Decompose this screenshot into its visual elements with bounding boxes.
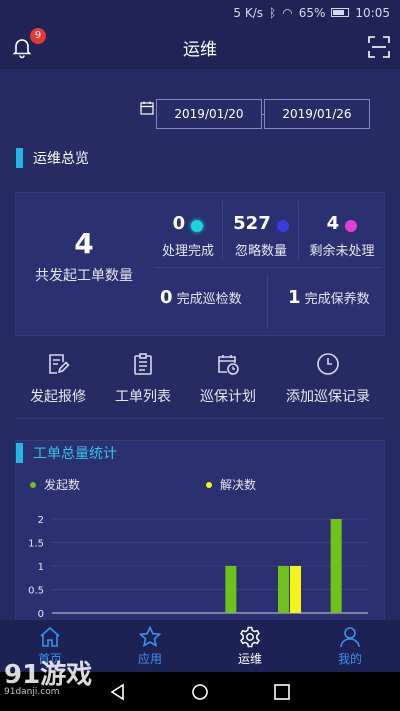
clock-time: 10:05 bbox=[355, 5, 390, 20]
app-bar: 9 运维 bbox=[0, 25, 400, 69]
notification-badge: 9 bbox=[30, 28, 46, 44]
legend-item-initiated[interactable]: 发起数 bbox=[30, 476, 80, 493]
stat-pending-value: 4 bbox=[326, 213, 340, 234]
stat-maintenance-label: 完成保养数 bbox=[304, 292, 370, 307]
total-orders-value: 4 bbox=[74, 227, 94, 260]
divider bbox=[267, 275, 268, 329]
y-tick-label: 2 bbox=[38, 515, 44, 526]
bar-chart: 0 0.5 1 1.5 2 bbox=[28, 515, 368, 620]
quick-action-label: 巡保计划 bbox=[200, 389, 256, 405]
quick-action-plan[interactable]: 巡保计划 bbox=[178, 352, 278, 406]
stat-completed[interactable]: 0 处理完成 bbox=[154, 213, 222, 259]
scan-icon[interactable] bbox=[368, 36, 390, 58]
y-tick-label: 1 bbox=[38, 562, 44, 573]
y-tick-label: 1.5 bbox=[28, 539, 44, 550]
nav-label: 应用 bbox=[137, 652, 162, 666]
edit-doc-icon bbox=[49, 354, 70, 374]
chart-bar[interactable] bbox=[225, 566, 237, 613]
battery-percent: 65% bbox=[298, 5, 326, 20]
nav-label: 运维 bbox=[237, 652, 262, 666]
legend-label: 解决数 bbox=[220, 478, 257, 492]
recents-icon[interactable] bbox=[273, 683, 291, 701]
stat-patrol-value: 0 bbox=[160, 287, 173, 308]
calendar-icon bbox=[140, 101, 154, 115]
divider bbox=[298, 201, 299, 259]
legend-item-resolved[interactable]: 解决数 bbox=[206, 476, 256, 493]
quick-actions: 发起报修 工单列表 巡保计划 添加巡保记录 bbox=[0, 352, 400, 412]
section-marker bbox=[16, 148, 23, 168]
divider bbox=[222, 201, 223, 259]
stat-maintenance[interactable]: 1 完成保养数 bbox=[288, 287, 370, 308]
order-stats-card: 工单总量统计 发起数 解决数 0 0.5 1 1.5 2 bbox=[15, 440, 385, 630]
calendar-clock-icon bbox=[218, 355, 239, 375]
quick-action-label: 发起报修 bbox=[30, 389, 86, 405]
overview-section-title: 运维总览 bbox=[16, 148, 89, 168]
date-range: 2019/01/20 2019/01/26 bbox=[140, 99, 370, 129]
watermark-site: 91danji.com bbox=[4, 687, 60, 697]
section-marker bbox=[16, 443, 23, 463]
quick-action-label: 工单列表 bbox=[115, 389, 171, 405]
clipboard-icon bbox=[134, 353, 152, 375]
clock-icon bbox=[317, 353, 339, 375]
chart-bar[interactable] bbox=[278, 566, 289, 613]
nav-label: 我的 bbox=[337, 652, 362, 666]
person-icon bbox=[340, 627, 360, 648]
network-speed: 5 K/s bbox=[233, 5, 264, 20]
quick-action-add-record[interactable]: 添加巡保记录 bbox=[278, 352, 378, 406]
battery-icon bbox=[331, 8, 350, 17]
stat-ignored-label: 忽略数量 bbox=[234, 244, 287, 259]
legend-label: 发起数 bbox=[44, 478, 81, 492]
divider bbox=[154, 267, 380, 268]
watermark-brand: 91游戏 bbox=[4, 660, 93, 690]
stat-ignored[interactable]: 527 忽略数量 bbox=[224, 213, 298, 259]
stat-completed-value: 0 bbox=[172, 213, 186, 234]
y-tick-label: 0 bbox=[38, 609, 44, 620]
stat-ignored-value: 527 bbox=[233, 213, 271, 234]
divider bbox=[15, 418, 385, 419]
start-date-picker[interactable]: 2019/01/20 bbox=[156, 99, 262, 129]
status-bar: 5 K/s ᛒ ◠ 65% 10:05 bbox=[0, 0, 400, 25]
stat-ignored-dot bbox=[276, 219, 289, 232]
stat-patrol[interactable]: 0 完成巡检数 bbox=[160, 287, 242, 308]
nav-operations[interactable]: 运维 bbox=[200, 620, 300, 672]
stat-completed-dot bbox=[191, 219, 204, 232]
stat-pending[interactable]: 4 剩余未处理 bbox=[300, 213, 384, 259]
stat-maintenance-value: 1 bbox=[288, 287, 301, 308]
overview-card: 4 共发起工单数量 0 处理完成 527 忽略数量 4 剩余未处理 0 完成巡检… bbox=[15, 192, 385, 336]
page-title: 运维 bbox=[183, 39, 217, 60]
wifi-icon: ◠ bbox=[282, 5, 293, 20]
chart-section-title: 工单总量统计 bbox=[16, 443, 117, 463]
overview-title: 运维总览 bbox=[33, 151, 89, 167]
nav-apps[interactable]: 应用 bbox=[100, 620, 200, 672]
legend-swatch bbox=[206, 481, 212, 488]
watermark: 91游戏 91danji.com bbox=[4, 654, 92, 697]
nav-profile[interactable]: 我的 bbox=[300, 620, 400, 672]
total-orders-label: 共发起工单数量 bbox=[35, 268, 133, 284]
chart-title: 工单总量统计 bbox=[33, 446, 117, 462]
chart-bar[interactable] bbox=[290, 566, 301, 613]
star-icon bbox=[139, 626, 161, 648]
home-icon bbox=[40, 626, 60, 647]
stat-pending-dot bbox=[345, 219, 358, 232]
stat-pending-label: 剩余未处理 bbox=[309, 244, 375, 259]
chart-bar[interactable] bbox=[330, 519, 342, 613]
stat-patrol-label: 完成巡检数 bbox=[176, 292, 242, 307]
home-circle-icon[interactable] bbox=[191, 683, 209, 701]
legend-swatch bbox=[30, 481, 36, 488]
y-tick-label: 0.5 bbox=[28, 586, 44, 597]
quick-action-label: 添加巡保记录 bbox=[286, 389, 370, 405]
bluetooth-icon: ᛒ bbox=[269, 5, 277, 20]
back-icon[interactable] bbox=[109, 683, 127, 701]
stat-completed-label: 处理完成 bbox=[161, 244, 214, 259]
end-date-picker[interactable]: 2019/01/26 bbox=[264, 99, 370, 129]
gear-icon bbox=[240, 626, 260, 648]
